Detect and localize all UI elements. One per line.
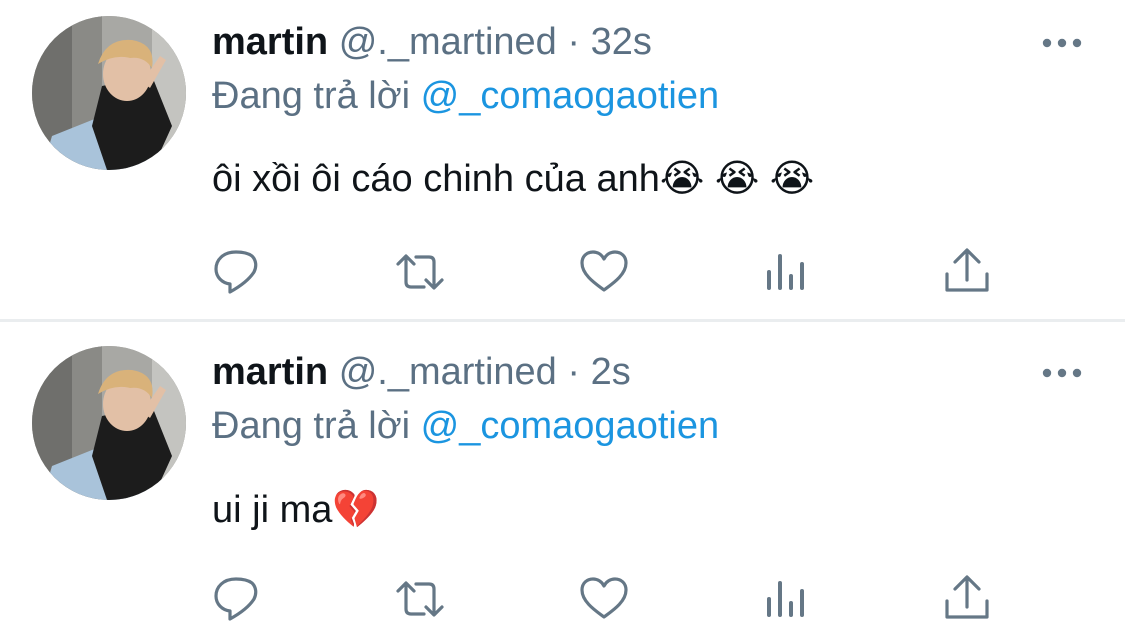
reply-button[interactable] bbox=[209, 244, 265, 300]
display-name[interactable]: martin bbox=[212, 21, 328, 63]
reply-button[interactable] bbox=[209, 571, 265, 627]
action-bar bbox=[0, 571, 1125, 627]
user-handle[interactable]: @._martined bbox=[339, 21, 557, 63]
retweet-button[interactable] bbox=[392, 571, 448, 627]
tweet-header: martin @._martined · 32s bbox=[212, 19, 652, 65]
replying-to-label: Đang trả lời bbox=[212, 405, 411, 447]
analytics-button[interactable] bbox=[758, 244, 814, 300]
timestamp[interactable]: 32s bbox=[591, 21, 652, 63]
analytics-icon bbox=[767, 581, 804, 617]
reply-to-handle-link[interactable]: @_comaogaotien bbox=[421, 75, 719, 117]
share-button[interactable] bbox=[939, 244, 995, 300]
like-button[interactable] bbox=[576, 244, 632, 300]
separator-dot: · bbox=[567, 351, 581, 393]
reply-icon bbox=[214, 577, 258, 621]
analytics-icon bbox=[767, 254, 804, 290]
share-button[interactable] bbox=[939, 571, 995, 627]
separator-dot: · bbox=[567, 21, 581, 63]
tweet[interactable]: martin @._martined · 32s Đang trả lời @_… bbox=[0, 0, 1125, 320]
replying-to: Đang trả lời @_comaogaotien bbox=[212, 403, 719, 449]
analytics-button[interactable] bbox=[758, 571, 814, 627]
reply-to-handle-link[interactable]: @_comaogaotien bbox=[421, 405, 719, 447]
display-name[interactable]: martin bbox=[212, 351, 328, 393]
tweet[interactable]: martin @._martined · 2s Đang trả lời @_c… bbox=[0, 322, 1125, 637]
tweet-text: ôi xồi ôi cáo chinh của anh😭 😭 😭 bbox=[212, 158, 815, 200]
tweet-text: ui ji ma💔 bbox=[212, 489, 380, 531]
avatar[interactable] bbox=[32, 16, 186, 170]
like-icon bbox=[580, 250, 628, 292]
more-options-button[interactable] bbox=[1038, 358, 1086, 388]
retweet-icon bbox=[396, 254, 444, 290]
share-icon bbox=[945, 248, 989, 292]
replying-to: Đang trả lời @_comaogaotien bbox=[212, 73, 719, 119]
avatar[interactable] bbox=[32, 346, 186, 500]
replying-to-label: Đang trả lời bbox=[212, 75, 411, 117]
retweet-button[interactable] bbox=[392, 244, 448, 300]
action-bar bbox=[0, 244, 1125, 300]
timestamp[interactable]: 2s bbox=[591, 351, 631, 393]
more-horizontal-icon bbox=[1042, 368, 1082, 378]
more-horizontal-icon bbox=[1042, 38, 1082, 48]
more-options-button[interactable] bbox=[1038, 28, 1086, 58]
tweet-header: martin @._martined · 2s bbox=[212, 349, 631, 395]
like-button[interactable] bbox=[576, 571, 632, 627]
user-handle[interactable]: @._martined bbox=[339, 351, 557, 393]
retweet-icon bbox=[396, 581, 444, 617]
like-icon bbox=[580, 577, 628, 619]
reply-icon bbox=[214, 250, 258, 294]
share-icon bbox=[945, 575, 989, 619]
